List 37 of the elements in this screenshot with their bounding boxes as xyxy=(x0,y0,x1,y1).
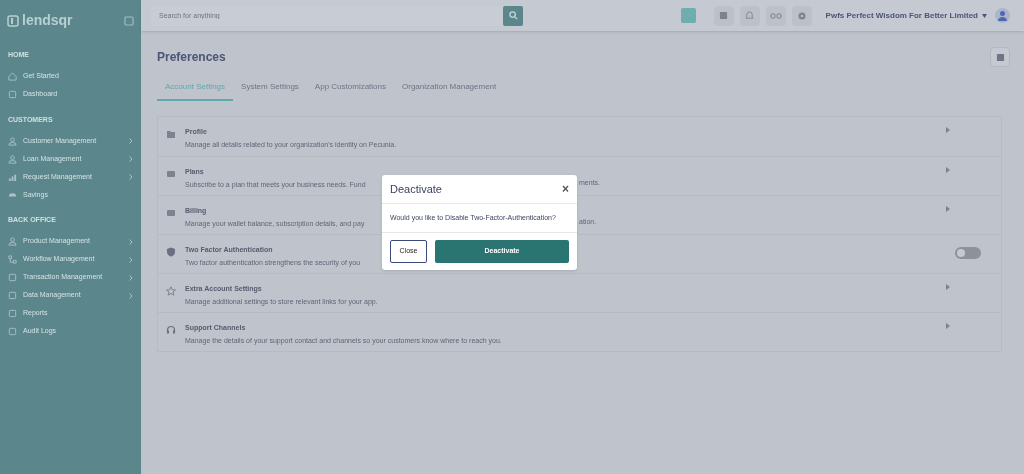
shield-icon xyxy=(166,247,176,257)
avatar-icon[interactable] xyxy=(995,8,1010,23)
page-action-button[interactable] xyxy=(990,47,1010,67)
chevron-icon xyxy=(946,127,950,133)
caret-icon[interactable] xyxy=(982,13,987,18)
search-icon xyxy=(508,11,518,20)
user-icon xyxy=(8,237,17,246)
flow-icon xyxy=(8,255,17,264)
search-button[interactable] xyxy=(503,5,523,26)
card-icon xyxy=(166,208,176,218)
star-icon xyxy=(166,286,176,296)
chart-icon xyxy=(8,172,17,182)
tab[interactable]: System Settings xyxy=(233,81,307,101)
logo-icon xyxy=(7,14,19,27)
collapse-icon[interactable] xyxy=(124,15,134,26)
chevron-icon xyxy=(946,323,950,329)
chevron-icon xyxy=(946,167,950,173)
bell-icon[interactable] xyxy=(739,5,760,26)
chevron-icon xyxy=(946,284,950,290)
user-icon xyxy=(8,136,17,146)
dialog-title: Deactivate xyxy=(390,181,442,197)
tab[interactable]: Organization Management xyxy=(394,81,505,101)
organization-name[interactable]: Pwfs Perfect Wisdom For Better Limited xyxy=(825,9,978,22)
logo-text: lendsqr xyxy=(22,11,73,30)
folder-icon xyxy=(166,129,176,139)
headset-icon xyxy=(166,325,176,335)
glasses-icon[interactable] xyxy=(765,5,786,26)
close-button[interactable]: × xyxy=(562,183,569,195)
toggle-switch[interactable] xyxy=(955,247,981,259)
board-icon xyxy=(8,90,17,99)
page-title: Preferences xyxy=(157,49,226,66)
tab[interactable]: App Customizations xyxy=(306,81,394,101)
home-icon xyxy=(8,72,17,81)
user-icon xyxy=(8,154,17,164)
chevron-icon xyxy=(946,206,950,212)
card-icon xyxy=(166,169,176,179)
badge-icon[interactable] xyxy=(680,8,696,23)
